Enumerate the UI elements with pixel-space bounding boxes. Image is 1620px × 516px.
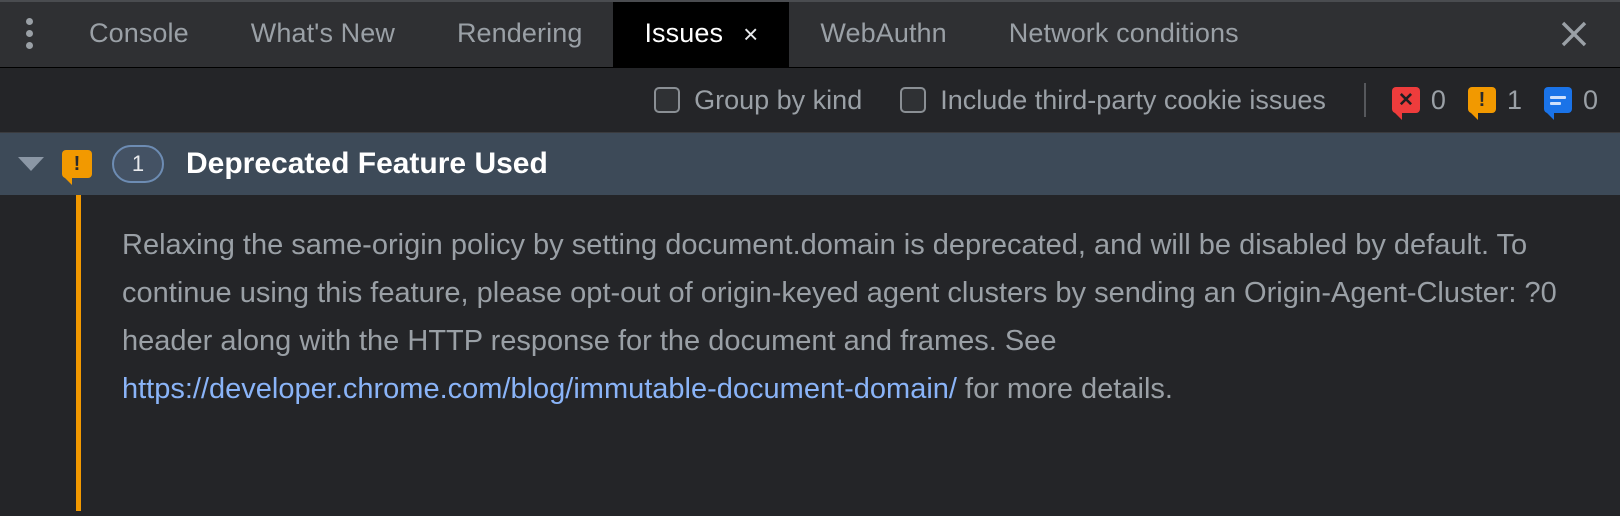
- issue-accent-bar: [76, 195, 81, 511]
- warning-bubble-icon: !: [1467, 87, 1496, 120]
- tab-label: Console: [89, 18, 189, 48]
- warning-counter[interactable]: ! 1: [1467, 84, 1522, 120]
- checkbox-label: Group by kind: [694, 84, 863, 115]
- checkbox-label: Include third-party cookie issues: [940, 84, 1326, 115]
- issues-list: ! 1 Deprecated Feature Used Relaxing the…: [0, 133, 1620, 516]
- tab-rendering[interactable]: Rendering: [426, 0, 614, 67]
- issue-counters: ✕ 0 ! 1 0: [1391, 84, 1598, 120]
- issue-description-part1: Relaxing the same-origin policy by setti…: [122, 229, 1557, 357]
- warning-count: 1: [1506, 84, 1522, 115]
- tab-label: Rendering: [456, 18, 583, 48]
- issue-documentation-link[interactable]: https://developer.chrome.com/blog/immuta…: [122, 373, 957, 405]
- issue-description: Relaxing the same-origin policy by setti…: [122, 221, 1590, 413]
- info-lines-glyph: [1549, 95, 1566, 105]
- issue-expander-button[interactable]: [14, 157, 48, 171]
- info-bubble-icon: [1543, 87, 1572, 120]
- issue-title: Deprecated Feature Used: [186, 147, 548, 180]
- tab-network-conditions[interactable]: Network conditions: [978, 0, 1270, 67]
- drawer-tab-bar: Console What's New Rendering Issues × We…: [0, 0, 1620, 68]
- close-drawer-button[interactable]: [1528, 0, 1620, 67]
- info-counter[interactable]: 0: [1543, 84, 1598, 120]
- toolbar-divider: [1363, 83, 1366, 117]
- issue-details-panel: Relaxing the same-origin policy by setti…: [0, 195, 1620, 511]
- error-count: 0: [1430, 84, 1446, 115]
- warning-exclamation-glyph: !: [1478, 89, 1486, 111]
- issue-row-deprecated-feature-used[interactable]: ! 1 Deprecated Feature Used: [0, 133, 1620, 195]
- info-count: 0: [1582, 84, 1598, 115]
- tab-close-icon[interactable]: ×: [743, 21, 758, 47]
- tab-label: Network conditions: [1008, 18, 1239, 48]
- checkbox-box[interactable]: [900, 87, 927, 113]
- issue-kind-icon-wrapper: !: [62, 150, 92, 185]
- group-by-kind-checkbox[interactable]: Group by kind: [654, 85, 862, 116]
- tab-whats-new[interactable]: What's New: [220, 0, 426, 67]
- tab-label: What's New: [250, 18, 395, 48]
- include-third-party-cookie-issues-checkbox[interactable]: Include third-party cookie issues: [900, 85, 1326, 116]
- tab-label: Issues: [644, 18, 724, 48]
- tab-label: WebAuthn: [820, 18, 947, 48]
- tab-webauthn[interactable]: WebAuthn: [789, 0, 977, 67]
- tab-console[interactable]: Console: [58, 0, 220, 67]
- issue-description-part2: for more details.: [956, 373, 1173, 405]
- error-counter[interactable]: ✕ 0: [1391, 84, 1446, 120]
- warning-bubble-icon: !: [62, 150, 92, 185]
- close-icon: [1561, 21, 1587, 46]
- devtools-drawer: Console What's New Rendering Issues × We…: [0, 0, 1620, 516]
- issues-filter-toolbar: Group by kind Include third-party cookie…: [0, 68, 1620, 133]
- error-x-glyph: ✕: [1397, 89, 1414, 111]
- error-bubble-icon: ✕: [1391, 87, 1420, 120]
- warning-exclamation-glyph: !: [73, 153, 81, 175]
- chevron-down-triangle-icon: [18, 157, 44, 171]
- more-options-button[interactable]: [0, 0, 58, 67]
- tab-strip: Console What's New Rendering Issues × We…: [58, 0, 1528, 67]
- tab-issues[interactable]: Issues ×: [613, 0, 790, 67]
- issue-count-badge: 1: [112, 145, 164, 183]
- checkbox-box[interactable]: [654, 87, 681, 113]
- more-vertical-icon: [25, 18, 33, 49]
